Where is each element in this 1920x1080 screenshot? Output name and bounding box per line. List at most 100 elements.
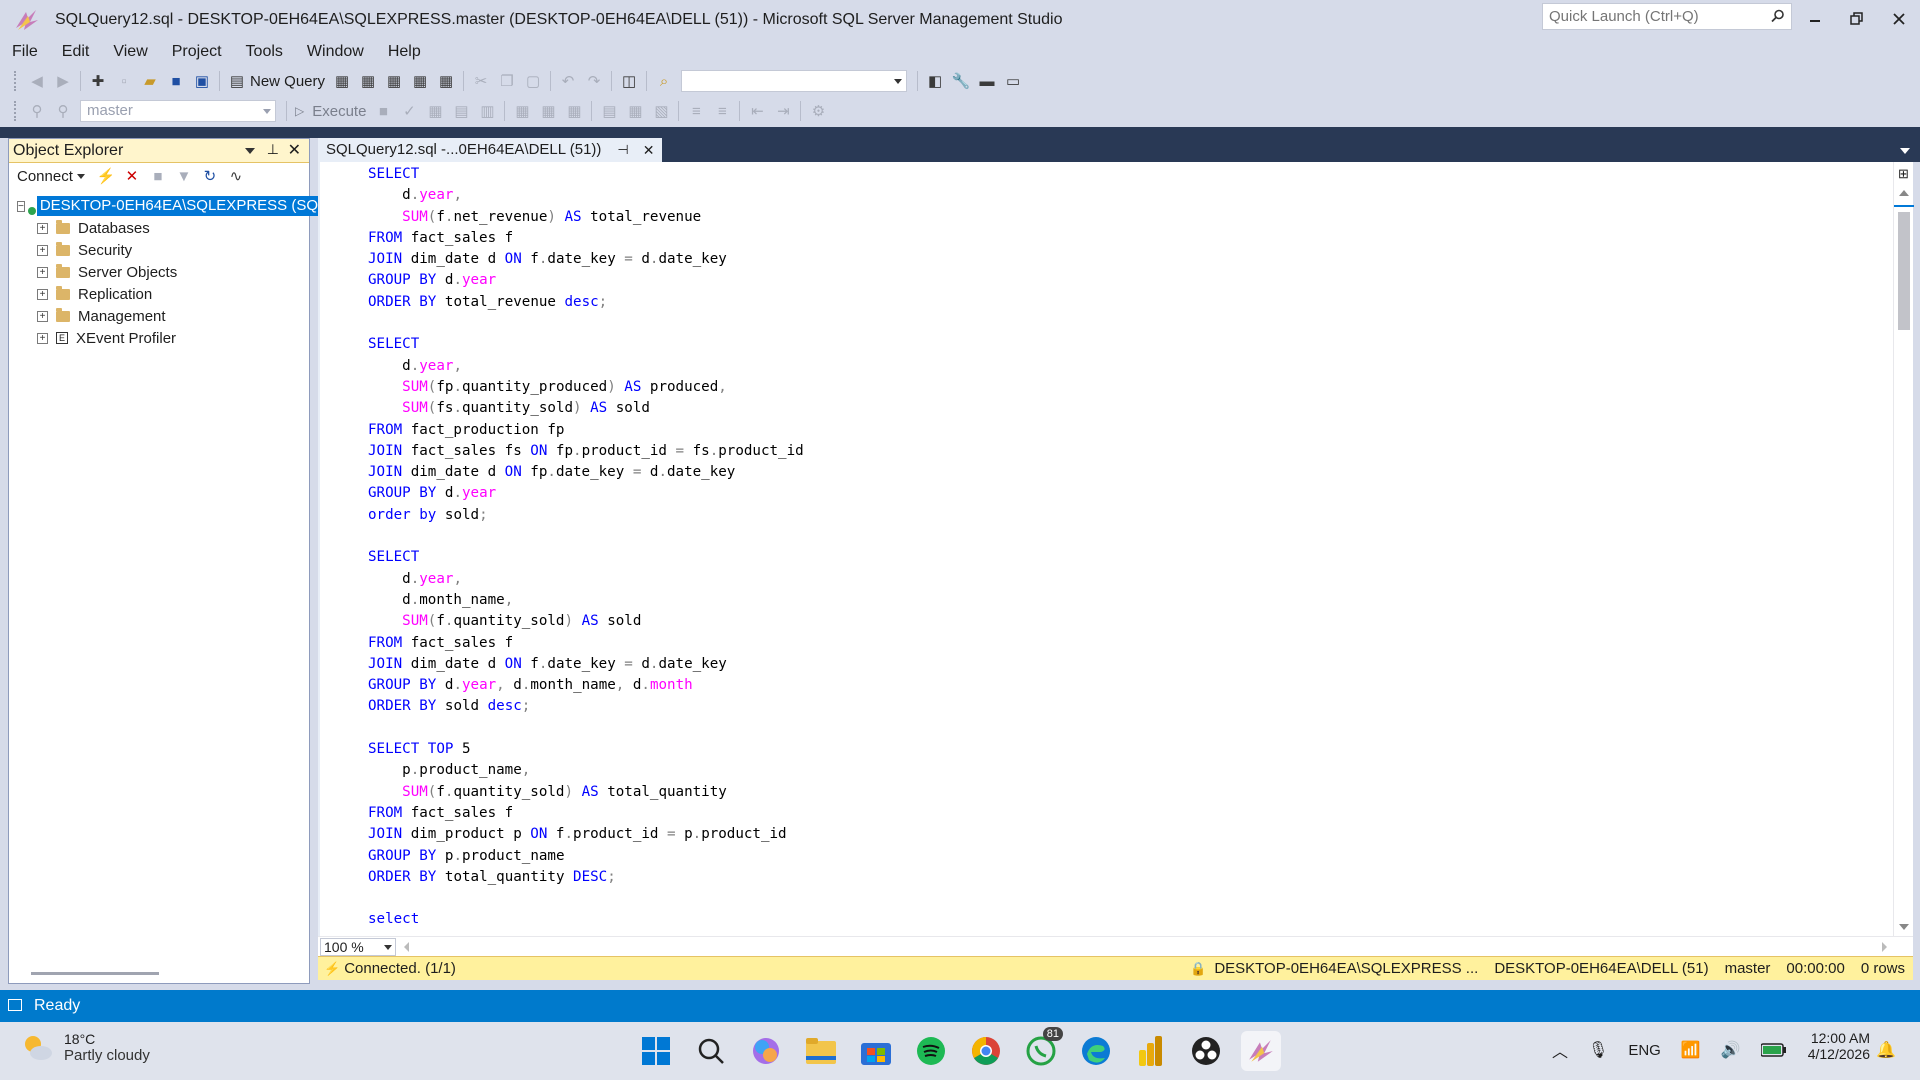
code-line[interactable]: FROM fact_sales f xyxy=(368,633,804,654)
pin-icon[interactable]: ⊣ xyxy=(617,138,628,162)
code-line[interactable]: GROUP BY d.year xyxy=(368,483,804,504)
code-line[interactable]: GROUP BY p.product_name xyxy=(368,846,804,867)
menu-view[interactable]: View xyxy=(101,40,159,64)
results-grid-icon[interactable]: ▦ xyxy=(622,98,648,124)
code-line[interactable]: SUM(f.net_revenue) AS total_revenue xyxy=(368,207,804,228)
code-line[interactable]: ORDER BY total_revenue desc; xyxy=(368,292,804,313)
window-layout-icon[interactable]: ▭ xyxy=(1000,68,1026,94)
minimize-button[interactable] xyxy=(1800,6,1830,32)
parse-icon[interactable]: ✓ xyxy=(396,98,422,124)
expand-icon[interactable]: + xyxy=(37,288,48,300)
forward-icon[interactable]: ▶ xyxy=(50,68,76,94)
code-line[interactable]: SELECT xyxy=(368,334,804,355)
menu-project[interactable]: Project xyxy=(160,40,234,64)
search-icon[interactable] xyxy=(691,1031,731,1071)
stop-icon[interactable]: ■ xyxy=(370,98,396,124)
decrease-indent-icon[interactable]: ⇤ xyxy=(744,98,770,124)
uncomment-icon[interactable]: ≡ xyxy=(709,98,735,124)
volume-icon[interactable]: 🔊 xyxy=(1721,1040,1741,1060)
expand-icon[interactable]: + xyxy=(37,332,48,344)
toolbox-icon[interactable]: ▬ xyxy=(974,68,1000,94)
tree-node-server[interactable]: − DESKTOP-0EH64EA\SQLEXPRESS (SQL xyxy=(9,195,330,217)
toolbar-grip[interactable] xyxy=(14,71,18,91)
scroll-down-icon[interactable] xyxy=(1899,924,1909,930)
whatsapp-icon[interactable]: 81 xyxy=(1021,1027,1063,1071)
activity-icon[interactable]: ∿ xyxy=(223,163,249,189)
stop-icon[interactable]: ■ xyxy=(145,163,171,189)
code-line[interactable]: d.month_name, xyxy=(368,590,804,611)
toolbar-grip[interactable] xyxy=(14,101,18,121)
menu-window[interactable]: Window xyxy=(295,40,376,64)
chevron-down-icon[interactable] xyxy=(1900,148,1910,154)
quick-launch-box[interactable] xyxy=(1542,3,1792,30)
connect-plug-icon[interactable]: ⚡ xyxy=(93,163,119,189)
refresh-icon[interactable]: ↻ xyxy=(197,163,223,189)
include-plan-icon[interactable]: ▦ xyxy=(509,98,535,124)
code-line[interactable]: SELECT TOP 5 xyxy=(368,739,804,760)
quick-launch-input[interactable] xyxy=(1543,4,1758,29)
scroll-left-icon[interactable] xyxy=(404,942,409,952)
obs-icon[interactable] xyxy=(1186,1031,1226,1071)
file-explorer-icon[interactable] xyxy=(801,1031,841,1071)
restore-button[interactable] xyxy=(1842,6,1872,32)
horizontal-scrollbar[interactable] xyxy=(31,972,159,975)
code-line[interactable]: GROUP BY d.year xyxy=(368,270,804,291)
comment-icon[interactable]: ≡ xyxy=(683,98,709,124)
code-line[interactable]: select xyxy=(368,909,804,930)
properties-icon[interactable]: 🔧 xyxy=(948,68,974,94)
paste-icon[interactable]: ▢ xyxy=(520,68,546,94)
database-engine-query-icon[interactable]: ▦ xyxy=(329,68,355,94)
filter-icon[interactable]: ▼ xyxy=(171,163,197,189)
tab-sqlquery12[interactable]: SQLQuery12.sql -...0EH64EA\DELL (51)) ⊣ … xyxy=(318,138,663,162)
notifications-icon[interactable]: 🔔 xyxy=(1876,1040,1896,1060)
database-combo[interactable]: master xyxy=(80,100,276,122)
dmx-query-icon[interactable]: ▦ xyxy=(381,68,407,94)
copilot-icon[interactable] xyxy=(746,1031,786,1071)
code-line[interactable]: SUM(fs.quantity_sold) AS sold xyxy=(368,398,804,419)
cut-icon[interactable]: ✂ xyxy=(468,68,494,94)
code-line[interactable]: JOIN dim_date d ON f.date_key = d.date_k… xyxy=(368,654,804,675)
sql-editor[interactable]: SELECT d.year, SUM(f.net_revenue) AS tot… xyxy=(318,162,1913,936)
vertical-scrollbar[interactable]: ⊞ xyxy=(1893,162,1914,936)
solution-explorer-icon[interactable]: ◧ xyxy=(922,68,948,94)
code-line[interactable]: d.year, xyxy=(368,569,804,590)
code-line[interactable]: d.year, xyxy=(368,356,804,377)
code-line[interactable]: SELECT xyxy=(368,547,804,568)
tree-node-server-objects[interactable]: + Server Objects xyxy=(9,261,309,283)
results-text-icon[interactable]: ▤ xyxy=(596,98,622,124)
intellisense-icon[interactable]: ▥ xyxy=(474,98,500,124)
expand-icon[interactable]: + xyxy=(37,310,48,322)
xmla-query-icon[interactable]: ▦ xyxy=(407,68,433,94)
menu-file[interactable]: File xyxy=(0,40,50,64)
live-stats-icon[interactable]: ▦ xyxy=(535,98,561,124)
expand-icon[interactable]: + xyxy=(37,244,48,256)
microphone-icon[interactable]: 🎙 xyxy=(1588,1040,1608,1060)
tree-node-databases[interactable]: + Databases xyxy=(9,217,309,239)
battery-icon[interactable] xyxy=(1760,1043,1787,1057)
edge-icon[interactable] xyxy=(1076,1031,1116,1071)
open-file-icon[interactable]: ▰ xyxy=(137,68,163,94)
code-line[interactable]: ORDER BY total_quantity DESC; xyxy=(368,867,804,888)
code-line[interactable]: SELECT xyxy=(368,164,804,185)
code-line[interactable]: FROM fact_production fp xyxy=(368,420,804,441)
tree-node-xevent-profiler[interactable]: + E XEvent Profiler xyxy=(9,327,309,349)
code-line[interactable]: JOIN fact_sales fs ON fp.product_id = fs… xyxy=(368,441,804,462)
close-icon[interactable]: ✕ xyxy=(643,138,655,162)
menu-edit[interactable]: Edit xyxy=(50,40,102,64)
code-line[interactable] xyxy=(368,313,804,334)
split-icon[interactable]: ⊞ xyxy=(1898,166,1909,182)
query-designer-icon[interactable]: ▤ xyxy=(448,98,474,124)
undo-icon[interactable]: ↶ xyxy=(555,68,581,94)
client-stats-icon[interactable]: ▦ xyxy=(561,98,587,124)
code-line[interactable] xyxy=(368,526,804,547)
power-bi-icon[interactable] xyxy=(1131,1031,1171,1071)
save-all-icon[interactable]: ▣ xyxy=(189,68,215,94)
code-line[interactable]: FROM fact_sales f xyxy=(368,803,804,824)
code-line[interactable]: SUM(fp.quantity_produced) AS produced, xyxy=(368,377,804,398)
specify-values-icon[interactable]: ⚙ xyxy=(805,98,831,124)
find-combo[interactable] xyxy=(681,70,908,92)
chevron-up-icon[interactable]: ︿ xyxy=(1552,1038,1568,1062)
code-line[interactable]: d.year, xyxy=(368,185,804,206)
find-icon[interactable]: ⌕ xyxy=(651,68,677,94)
add-item-icon[interactable]: ▫ xyxy=(111,68,137,94)
